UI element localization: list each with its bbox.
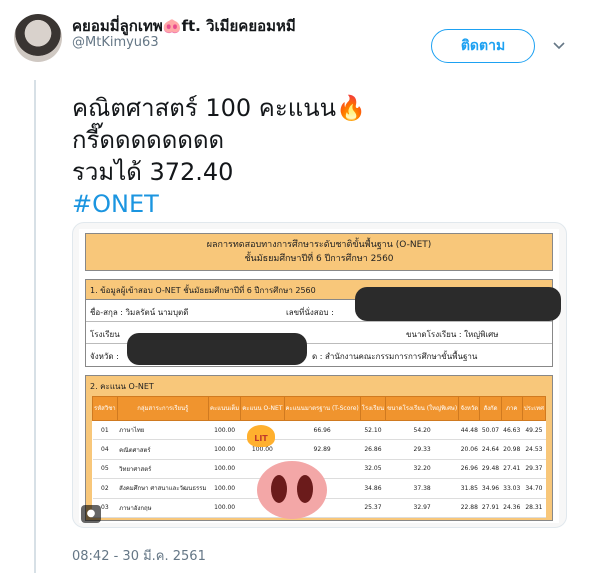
col-code: รหัสวิชา <box>92 396 118 421</box>
cell-nation: 24.53 <box>522 439 546 460</box>
cell-affil: 50.07 <box>479 420 502 441</box>
col-size: ขนาดโรงเรียน (ใหญ่พิเศษ) <box>385 396 460 421</box>
col-tscore: คะแนนมาตรฐาน (T-Score) <box>283 396 361 421</box>
tweet-line-2: กรี๊ดดดดดดดด <box>72 126 225 154</box>
pig-nose-sticker <box>257 461 327 519</box>
cell-province: 20.06 <box>458 439 480 460</box>
cell-size: 29.33 <box>385 439 459 460</box>
cell-code: 02 <box>92 478 118 499</box>
cell-size: 32.20 <box>385 459 459 480</box>
tweet-timestamp[interactable]: 08:42 - 30 มี.ค. 2561 <box>72 545 206 566</box>
cell-school: 34.86 <box>360 478 386 499</box>
hashtag-link[interactable]: #ONET <box>72 188 366 220</box>
tweet-line-3: รวมได้ 372.40 <box>72 158 234 186</box>
score-table-header: รหัสวิชา กลุ่มสาระการเรียนรู้ คะแนนเต็ม … <box>92 396 547 421</box>
col-nation: ประเทศ <box>521 396 547 421</box>
cell-school: 25.37 <box>360 498 386 519</box>
cell-region: 33.03 <box>501 478 523 499</box>
cell-affil: 34.96 <box>479 478 502 499</box>
cell-code: 05 <box>92 459 118 480</box>
seat-label: เลขที่นั่งสอบ : <box>286 308 334 317</box>
cell-size: 37.38 <box>385 478 459 499</box>
redaction-seat <box>355 287 561 321</box>
cell-size: 54.20 <box>385 420 459 441</box>
tweet-line-1: คณิตศาสตร์ 100 คะแนน🔥 <box>72 94 366 122</box>
user-handle[interactable]: @MtKimyu63 <box>72 35 159 50</box>
col-full: คะแนนเต็ม <box>208 396 242 421</box>
cell-nation: 49.25 <box>522 420 546 441</box>
cell-region: 46.63 <box>501 420 523 441</box>
table-row: 01 ภาษาไทย 100.00 66.96 52.10 54.20 44.4… <box>92 420 546 441</box>
cell-school: 26.86 <box>360 439 386 460</box>
sheet-title-line-2: ชั้นมัธยมศึกษาปีที่ 6 ปีการศึกษา 2560 <box>244 254 394 264</box>
cell-province: 44.48 <box>458 420 480 441</box>
cell-nation: 29.37 <box>522 459 546 480</box>
name-label: ชื่อ-สกุล : วิมลรัตน์ นามบุตดี <box>90 308 189 317</box>
cell-region: 24.36 <box>501 498 523 519</box>
cell-full: 100.00 <box>208 459 241 480</box>
sheet-title: ผลการทดสอบทางการศึกษาระดับชาติขั้นพื้นฐา… <box>85 233 553 271</box>
school-label: โรงเรียน <box>90 330 120 339</box>
thread-line <box>34 80 36 573</box>
cell-province: 26.96 <box>458 459 480 480</box>
avatar[interactable] <box>14 14 62 62</box>
col-school: โรงเรียน <box>359 396 387 421</box>
cell-code: 04 <box>92 439 118 460</box>
result-sheet: ผลการทดสอบทางการศึกษาระดับชาติขั้นพื้นฐา… <box>79 229 561 523</box>
cell-subject: คณิตศาสตร์ <box>117 439 209 460</box>
sheet-title-line-1: ผลการทดสอบทางการศึกษาระดับชาติขั้นพื้นฐา… <box>206 240 432 250</box>
school-size-label: ขนาดโรงเรียน : ใหญ่พิเศษ <box>406 330 499 339</box>
chevron-down-icon[interactable] <box>552 38 566 52</box>
col-score: คะแนน O-NET <box>240 396 285 421</box>
cell-size: 32.97 <box>385 498 459 519</box>
cell-full: 100.00 <box>208 420 241 441</box>
cell-nation: 34.70 <box>522 478 546 499</box>
col-affil: สังกัด <box>479 396 502 421</box>
tweet-text: คณิตศาสตร์ 100 คะแนน🔥 กรี๊ดดดดดดดด รวมได… <box>72 92 366 220</box>
province-label: จังหวัด : <box>90 352 119 361</box>
cell-affil: 29.48 <box>479 459 502 480</box>
cell-full: 100.00 <box>208 498 241 519</box>
cell-code: 01 <box>92 420 118 441</box>
follow-button[interactable]: ติดตาม <box>431 29 535 63</box>
lit-sticker: LIT <box>247 425 275 447</box>
cell-school: 52.10 <box>360 420 386 441</box>
cell-tscore: 92.89 <box>284 439 361 460</box>
cell-subject: สังคมศึกษา ศาสนาและวัฒนธรรม <box>117 478 209 499</box>
nostril-right <box>297 475 313 503</box>
cell-full: 100.00 <box>208 439 241 460</box>
cell-province: 22.88 <box>458 498 480 519</box>
cell-school: 32.05 <box>360 459 386 480</box>
score-header: 2. คะแนน O-NET <box>90 382 154 391</box>
cell-tscore: 66.96 <box>284 420 361 441</box>
cell-nation: 28.31 <box>522 498 546 519</box>
cell-affil: 24.64 <box>479 439 502 460</box>
col-region: ภาค <box>500 396 523 421</box>
cell-affil: 27.91 <box>479 498 502 519</box>
cell-subject: ภาษาไทย <box>117 420 209 441</box>
cell-region: 27.41 <box>501 459 523 480</box>
redaction-school <box>127 333 307 365</box>
cell-full: 100.00 <box>208 478 241 499</box>
office-label: ด : สำนักงานคณะกรรมการการศึกษาขั้นพื้นฐา… <box>312 352 478 361</box>
cell-subject: ภาษาอังกฤษ <box>117 498 209 519</box>
table-row: 04 คณิตศาสตร์ 100.00 100.00 92.89 26.86 … <box>92 439 546 460</box>
nostril-left <box>271 475 287 503</box>
tag-icon[interactable]: ● <box>81 505 101 523</box>
col-province: จังหวัด <box>458 396 481 421</box>
tweet-media-image[interactable]: ผลการทดสอบทางการศึกษาระดับชาติขั้นพื้นฐา… <box>72 222 567 528</box>
cell-subject: วิทยาศาสตร์ <box>117 459 209 480</box>
cell-region: 20.98 <box>501 439 523 460</box>
col-subject: กลุ่มสาระการเรียนรู้ <box>116 396 210 421</box>
cell-province: 31.85 <box>458 478 480 499</box>
